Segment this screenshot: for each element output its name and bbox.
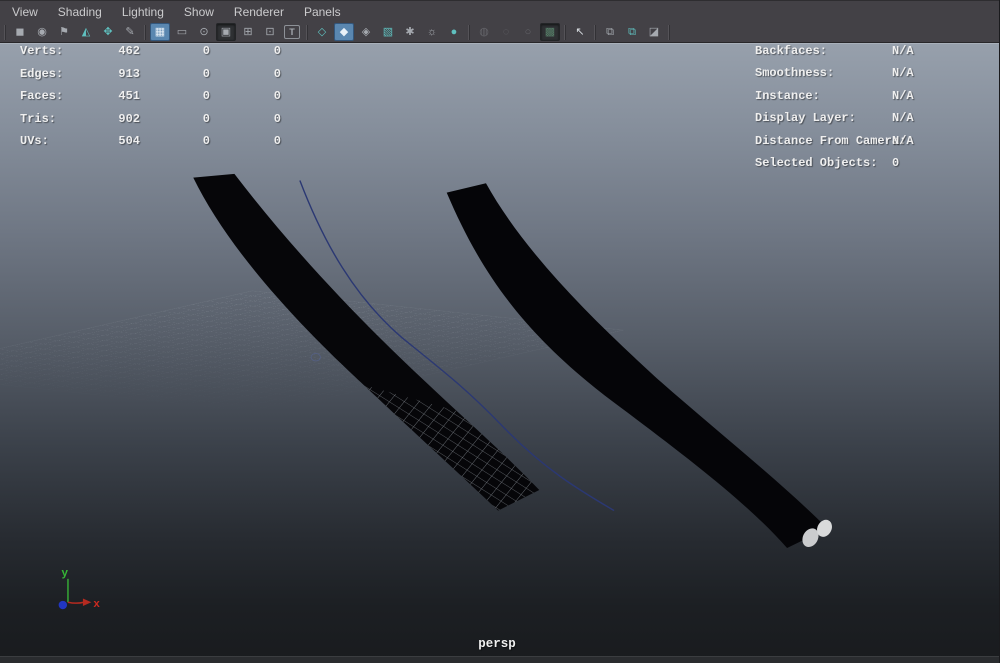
bookmark-view-icon[interactable]: ⧉ (622, 23, 642, 41)
hud-row-selected-objects: Selected Objects:0 (755, 156, 975, 178)
panel-toolbar: ◼ ◉ ⚑ ◭ ✥ ✎ ▦ ▭ ⊙ ▣ ⊞ ⊡ T ◇ ◆ ◈ ▧ ✱ ☼ ● … (0, 22, 999, 43)
safe-action-icon[interactable]: ⊡ (260, 23, 280, 41)
hud-row-smoothness: Smoothness:N/A (755, 66, 975, 88)
menu-view[interactable]: View (2, 1, 48, 23)
menu-renderer[interactable]: Renderer (224, 1, 294, 23)
field-chart-icon[interactable]: ⊞ (238, 23, 258, 41)
hud-row-backfaces: Backfaces:N/A (755, 44, 975, 66)
hud-row-tris: Tris:90200 (20, 112, 281, 135)
use-default-material-icon[interactable]: ✱ (400, 23, 420, 41)
window-bottom-edge (0, 656, 999, 663)
image-plane-icon[interactable]: ◭ (76, 23, 96, 41)
snapshot-icon[interactable]: ⧉ (600, 23, 620, 41)
maya-viewport-panel: View Shading Lighting Show Renderer Pane… (0, 0, 1000, 663)
panel-menubar: View Shading Lighting Show Renderer Pane… (0, 0, 999, 22)
toolbar-separator (144, 25, 146, 40)
shadows-icon[interactable]: ● (444, 23, 464, 41)
toolbar-separator (4, 25, 6, 40)
axis-gizmo: y x (59, 568, 101, 611)
select-tool-icon[interactable]: ↖ (570, 23, 590, 41)
lights-icon[interactable]: ☼ (422, 23, 442, 41)
wireframe-on-shaded-icon[interactable]: ◈ (356, 23, 376, 41)
axis-z-dot (59, 601, 67, 609)
toolbar-separator (668, 25, 670, 40)
pan-zoom-icon[interactable]: ✥ (98, 23, 118, 41)
axis-x-label: x (93, 599, 100, 611)
menu-shading[interactable]: Shading (48, 1, 112, 23)
smooth-shade-icon[interactable]: ◆ (334, 23, 354, 41)
menu-panels[interactable]: Panels (294, 1, 351, 23)
toolbar-separator (468, 25, 470, 40)
hud-row-verts: Verts:46200 (20, 44, 281, 67)
resolution-gate-icon[interactable]: ⊙ (194, 23, 214, 41)
hud-object-details: Backfaces:N/A Smoothness:N/A Instance:N/… (755, 44, 975, 178)
hud-poly-counts: Verts:46200 Edges:91300 Faces:45100 Tris… (20, 44, 281, 157)
menu-lighting[interactable]: Lighting (112, 1, 174, 23)
axis-y-label: y (61, 568, 68, 580)
wireframe-cube-icon[interactable]: ◇ (312, 23, 332, 41)
measure-tool-icon[interactable]: ✎ (120, 23, 140, 41)
safe-title-icon[interactable]: T (284, 25, 300, 39)
menu-show[interactable]: Show (174, 1, 224, 23)
toolbar-separator (564, 25, 566, 40)
motion-blur-icon: ◌ (496, 23, 516, 41)
orbit-camera-icon[interactable]: ◉ (32, 23, 52, 41)
hud-row-distance-from-camera: Distance From Camera:N/A (755, 134, 975, 156)
toolbar-separator (306, 25, 308, 40)
fog-icon: ◍ (474, 23, 494, 41)
hud-row-edges: Edges:91300 (20, 67, 281, 90)
select-camera-icon[interactable]: ◼ (10, 23, 30, 41)
gate-mask-icon[interactable]: ▣ (216, 23, 236, 41)
hud-row-faces: Faces:45100 (20, 89, 281, 112)
camera-name-label: persp (455, 637, 539, 651)
anti-aliasing-icon: ○ (518, 23, 538, 41)
bookmark-icon[interactable]: ⚑ (54, 23, 74, 41)
hud-row-uvs: UVs:50400 (20, 134, 281, 157)
hud-row-instance: Instance:N/A (755, 89, 975, 111)
textured-icon[interactable]: ▧ (378, 23, 398, 41)
hud-row-display-layer: Display Layer:N/A (755, 111, 975, 133)
toolbar-separator (594, 25, 596, 40)
grid-toggle-icon[interactable]: ▦ (150, 23, 170, 41)
isolate-select-icon[interactable]: ▩ (540, 23, 560, 41)
film-gate-icon[interactable]: ▭ (172, 23, 192, 41)
image-view-icon[interactable]: ◪ (644, 23, 664, 41)
